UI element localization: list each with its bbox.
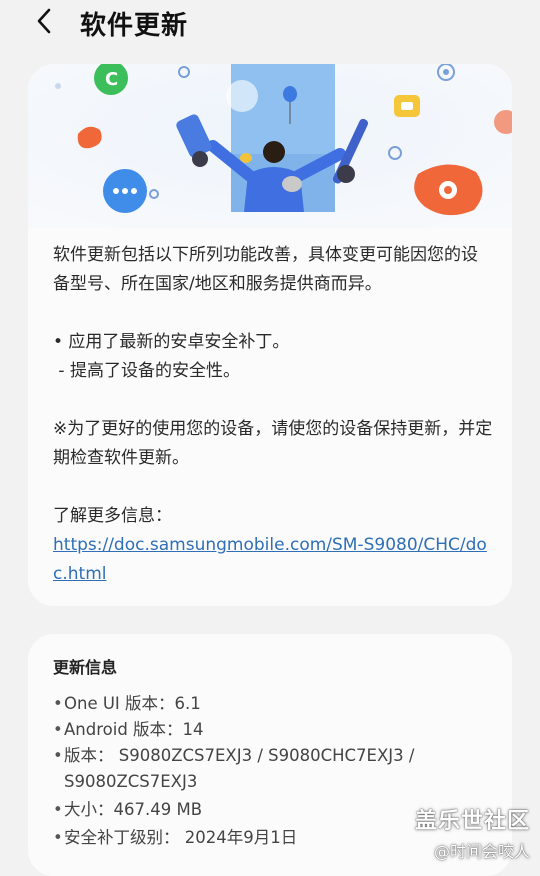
watermark-brand: 盖乐世社区	[414, 809, 530, 834]
intro-text: 软件更新包括以下所列功能改善，具体变更可能因您的设备型号、所在国家/地区和服务提…	[53, 245, 478, 294]
change-item: • 应用了最新的安卓安全补丁。	[53, 332, 290, 352]
android-version: Android 版本：14	[53, 717, 493, 743]
svg-text:C: C	[105, 69, 118, 90]
one-ui-version: One UI 版本：6.1	[53, 691, 493, 717]
change-subitem: - 提高了设备的安全性。	[53, 361, 240, 381]
update-info-title: 更新信息	[53, 658, 118, 677]
release-notes: 软件更新包括以下所列功能改善，具体变更可能因您的设备型号、所在国家/地区和服务提…	[53, 241, 493, 589]
page-title: 软件更新	[80, 11, 189, 41]
recommendation-text: ※为了更好的使用您的设备，请使您的设备保持更新，并定期检查软件更新。	[53, 419, 493, 468]
update-banner-illustration: C	[28, 64, 512, 228]
build-version: 版本： S9080ZCS7EXJ3 / S9080CHC7EXJ3 / S908…	[53, 743, 493, 795]
top-app-bar: 软件更新	[0, 0, 540, 46]
learn-more-link[interactable]: https://doc.samsungmobile.com/SM-S9080/C…	[53, 535, 487, 584]
release-notes-card: C 软件更新包括以下所列功能改善，具体变更可能因您的设备型号、所在国家/地区和服…	[28, 64, 512, 606]
back-icon[interactable]	[30, 6, 60, 36]
learn-more-label: 了解更多信息：	[53, 506, 172, 526]
watermark-author: @时间会咬人	[433, 842, 530, 861]
